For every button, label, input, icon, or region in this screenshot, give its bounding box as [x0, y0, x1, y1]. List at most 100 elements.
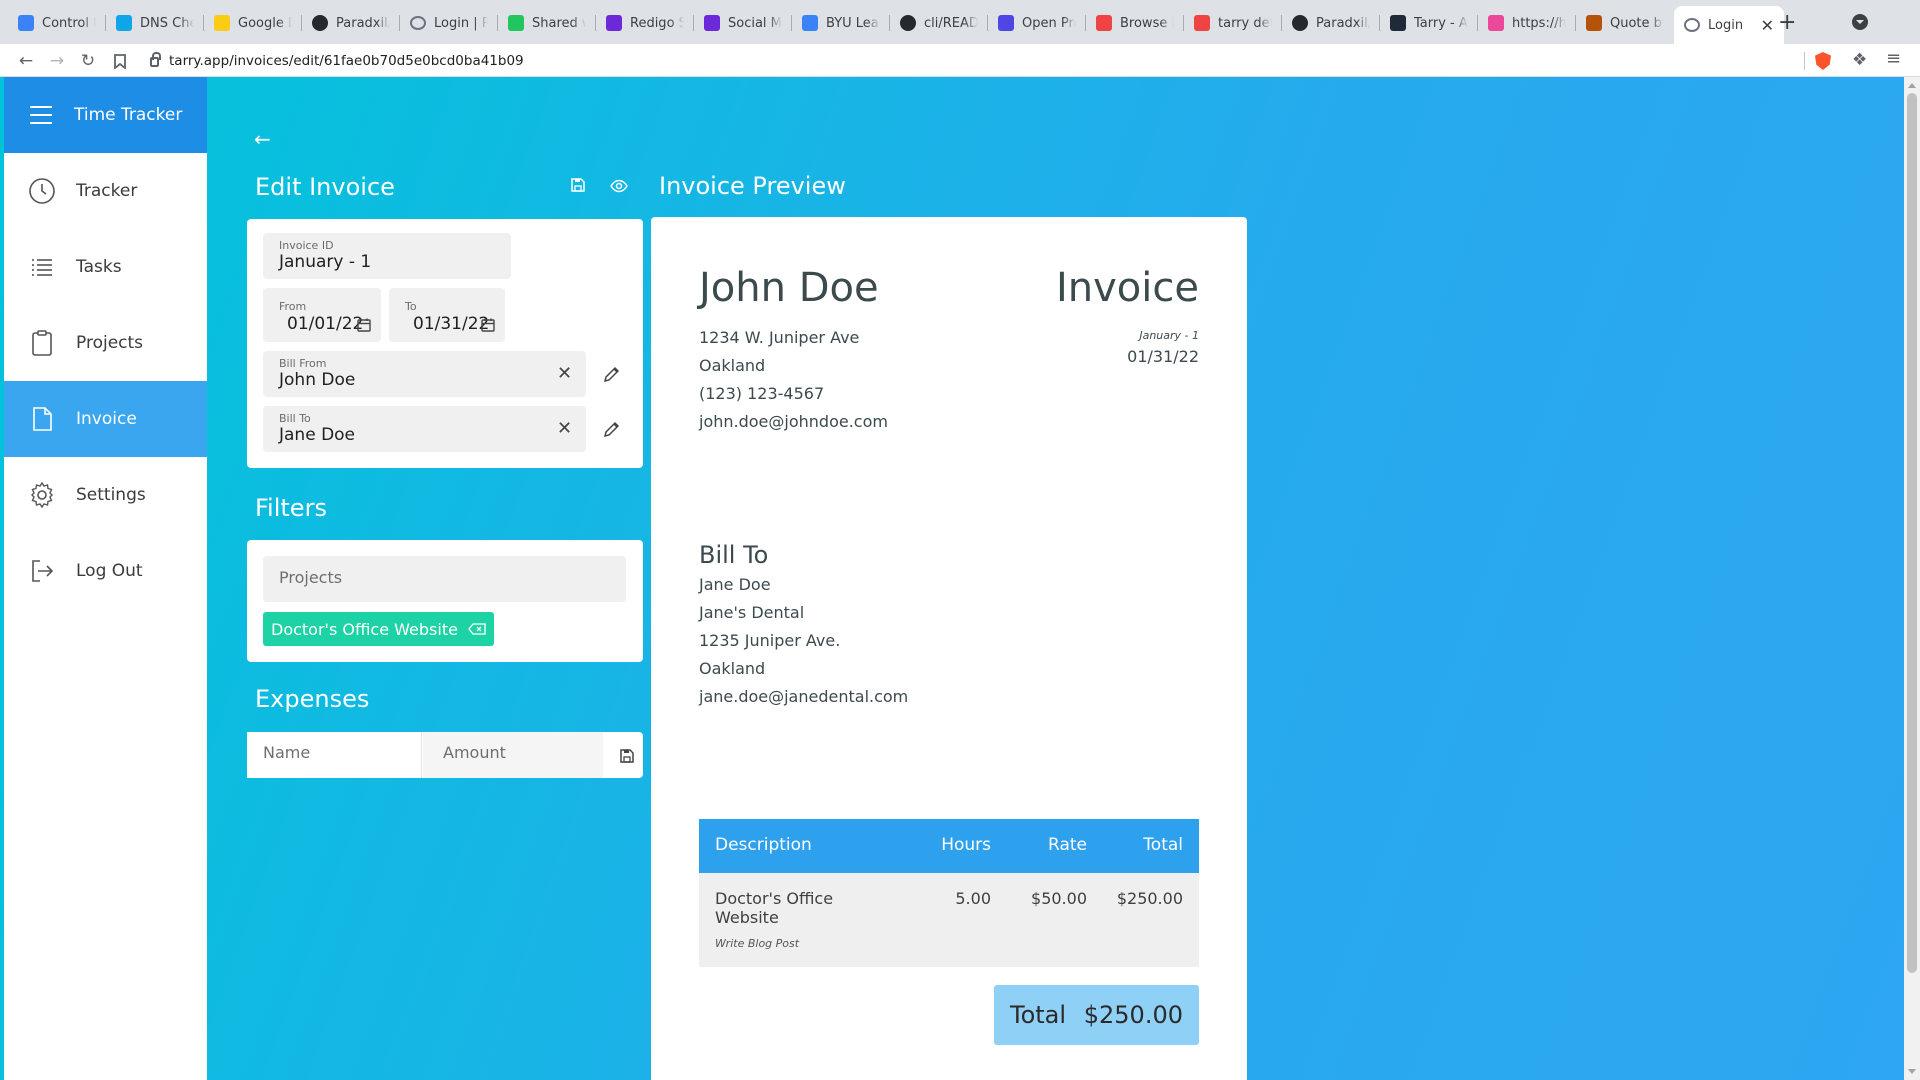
sidebar-item-projects[interactable]: Projects — [4, 305, 207, 381]
clear-bill-from-icon[interactable]: ✕ — [557, 363, 572, 384]
preview-eye-icon[interactable] — [610, 178, 628, 197]
back-arrow-icon[interactable]: ← — [254, 127, 271, 151]
preview-from-name: John Doe — [699, 265, 879, 311]
close-tab-icon[interactable]: ✕ — [1761, 16, 1774, 35]
globe-icon — [1684, 18, 1700, 32]
browser-tab[interactable]: cli/READM — [890, 8, 988, 38]
save-expense-icon[interactable] — [619, 748, 635, 764]
expense-amount-input[interactable]: Amount — [423, 732, 603, 778]
browser-tab[interactable]: Paradxil/t — [1282, 8, 1380, 38]
sidebar-item-tracker[interactable]: Tracker — [4, 153, 207, 229]
total-label: Total — [1010, 1001, 1067, 1029]
projects-filter-input[interactable]: Projects — [263, 556, 626, 602]
browser-tab[interactable]: Google Do — [204, 8, 302, 38]
field-label: From — [279, 300, 307, 313]
google-docs-icon — [214, 15, 230, 31]
browser-tab[interactable]: tarry defin — [1184, 8, 1282, 38]
extensions-icon[interactable]: ❖ — [1852, 50, 1867, 70]
sidebar-item-label: Tasks — [76, 257, 122, 277]
new-tab-button[interactable]: + — [1778, 10, 1796, 35]
address-line: 1235 Juniper Ave. — [699, 631, 841, 650]
scroll-up-icon[interactable] — [1908, 83, 1916, 88]
scroll-down-icon[interactable] — [1908, 1069, 1916, 1074]
browser-tab-bar: Control Pa DNS Check Google Do Paradxil/t Lo… — [0, 0, 1920, 44]
edit-bill-to-pencil-icon[interactable] — [602, 419, 622, 439]
project-filter-chip[interactable]: Doctor's Office Website — [263, 612, 494, 646]
browser-tab[interactable]: BYU Learn — [792, 8, 890, 38]
brave-shield-icon[interactable] — [1815, 52, 1831, 70]
chip-label: Doctor's Office Website — [271, 619, 458, 639]
reload-icon[interactable]: ↻ — [76, 49, 100, 73]
app-icon — [606, 15, 622, 31]
column-header-hours: Hours — [941, 835, 991, 855]
address-line: Oakland — [699, 659, 766, 678]
grid-icon — [1096, 15, 1112, 31]
sidebar-item-label: Tracker — [76, 181, 138, 201]
sidebar-item-logout[interactable]: Log Out — [4, 533, 207, 609]
sidebar-item-invoice[interactable]: Invoice — [4, 381, 207, 457]
bookmark-icon[interactable] — [108, 49, 132, 73]
field-value: Jane Doe — [279, 425, 356, 445]
back-icon[interactable]: ← — [14, 49, 38, 73]
table-row: Doctor's Office Website Write Blog Post … — [699, 873, 1199, 967]
browser-tab[interactable]: Paradxil/t — [302, 8, 400, 38]
invoice-id-field[interactable]: Invoice ID January - 1 — [263, 233, 511, 279]
calendar-icon[interactable] — [357, 318, 371, 332]
scrollbar-thumb[interactable] — [1907, 93, 1917, 973]
clear-bill-to-icon[interactable]: ✕ — [557, 418, 572, 439]
app-title: Time Tracker — [74, 105, 183, 125]
page-viewport: Time Tracker Tracker Tasks Projects Invo… — [0, 77, 1920, 1080]
edit-bill-from-pencil-icon[interactable] — [602, 364, 622, 384]
browser-tab[interactable]: Login ✕ — [1674, 6, 1784, 44]
from-date-field[interactable]: From 01/01/22 — [263, 288, 381, 342]
app-icon — [704, 15, 720, 31]
tab-title: Open Prop — [1022, 15, 1076, 31]
expenses-title: Expenses — [255, 685, 370, 713]
toolbar-divider — [1804, 52, 1805, 70]
tab-title: Quote by — [1610, 15, 1664, 31]
edit-invoice-title: Edit Invoice — [255, 173, 395, 201]
page-scrollbar[interactable] — [1904, 77, 1920, 1080]
tab-title: Paradxil/t — [336, 15, 390, 31]
invoice-preview-title: Invoice Preview — [659, 172, 846, 200]
bill-from-field[interactable]: Bill From John Doe ✕ — [263, 351, 586, 397]
chip-remove-icon[interactable] — [468, 623, 486, 635]
address-bar[interactable]: tarry.app/invoices/edit/61fae0b70d5e0bcd… — [150, 50, 524, 72]
column-header-total: Total — [1143, 835, 1183, 855]
field-label: Invoice ID — [279, 239, 334, 252]
invoice-details-card: Invoice ID January - 1 From 01/01/22 To … — [247, 219, 643, 468]
tab-title: Social Med — [728, 15, 782, 31]
forward-icon[interactable]: → — [45, 49, 69, 73]
browser-tab[interactable]: Quote by — [1576, 8, 1674, 38]
sidebar-item-settings[interactable]: Settings — [4, 457, 207, 533]
expense-amount-placeholder: Amount — [443, 743, 506, 762]
preview-invoice-heading: Invoice — [1055, 265, 1199, 311]
address-line: john.doe@johndoe.com — [699, 412, 888, 431]
save-icon[interactable] — [570, 177, 586, 197]
sidebar-item-tasks[interactable]: Tasks — [4, 229, 207, 305]
hamburger-icon[interactable] — [30, 106, 52, 124]
browser-tab[interactable]: DNS Check — [106, 8, 204, 38]
expense-name-input[interactable]: Name — [247, 732, 422, 778]
tab-title: DNS Check — [140, 15, 194, 31]
browser-menu-icon[interactable]: ≡ — [1886, 48, 1901, 69]
github-icon — [312, 15, 328, 31]
browser-tab[interactable]: Redigo So — [596, 8, 694, 38]
browser-tab[interactable]: Open Prop — [988, 8, 1086, 38]
browser-tab[interactable]: Browse Fo — [1086, 8, 1184, 38]
browser-tab[interactable]: Control Pa — [8, 8, 106, 38]
open-project-icon — [998, 15, 1014, 31]
browser-tab[interactable]: Shared wi — [498, 8, 596, 38]
tab-search-icon[interactable] — [1852, 14, 1868, 30]
field-label: Bill To — [279, 412, 311, 425]
browser-tab[interactable]: https://hu — [1478, 8, 1576, 38]
browser-tab[interactable]: Tarry - An — [1380, 8, 1478, 38]
calendar-icon[interactable] — [481, 318, 495, 332]
filters-card: Projects Doctor's Office Website — [247, 540, 643, 662]
field-value: 01/31/22 — [413, 314, 490, 334]
browser-tab[interactable]: Social Med — [694, 8, 792, 38]
to-date-field[interactable]: To 01/31/22 — [389, 288, 505, 342]
tab-title: Shared wi — [532, 15, 586, 31]
bill-to-field[interactable]: Bill To Jane Doe ✕ — [263, 406, 586, 452]
browser-tab[interactable]: Login | Pa — [400, 8, 498, 38]
